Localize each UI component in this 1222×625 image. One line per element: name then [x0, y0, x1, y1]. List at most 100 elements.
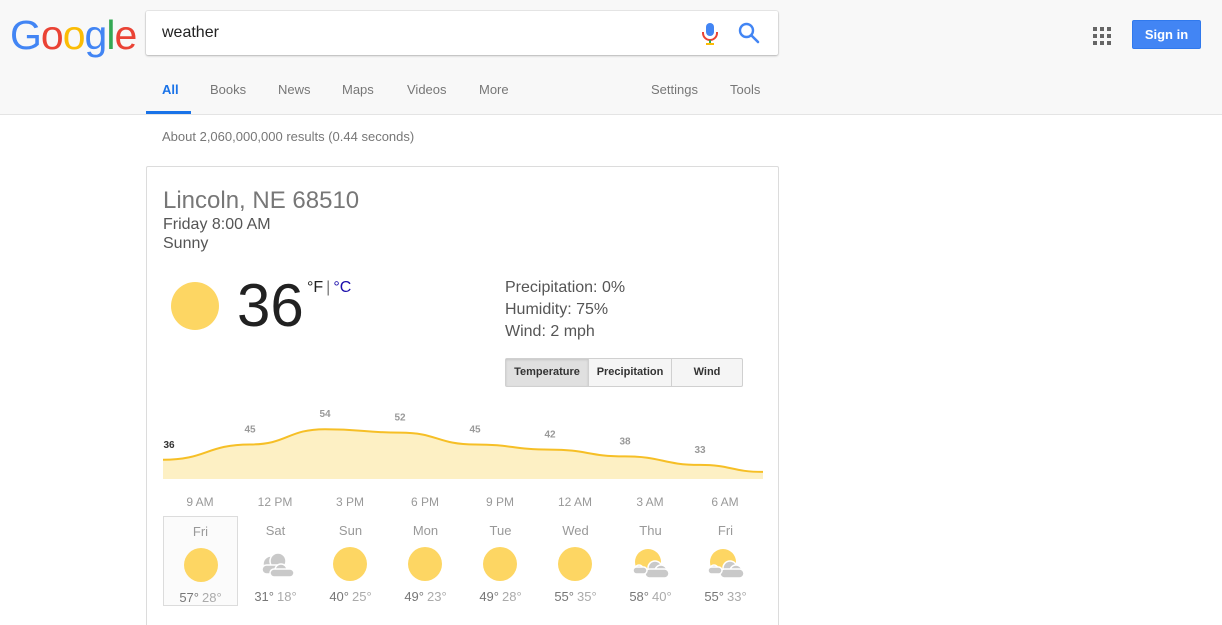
sun-icon	[182, 546, 220, 584]
hour-label: 3 AM	[636, 495, 663, 509]
forecast-high: 31°	[254, 589, 274, 604]
forecast-day[interactable]: Mon 49° 23°	[388, 516, 463, 606]
tools-link[interactable]: Tools	[730, 82, 760, 97]
unit-celsius[interactable]: °C	[333, 279, 351, 296]
logo-letter: l	[106, 12, 115, 58]
google-logo[interactable]: Google	[10, 11, 137, 59]
logo-letter: o	[62, 12, 86, 58]
logo-letter: o	[40, 12, 64, 58]
sun-icon	[171, 282, 219, 330]
top-bar: Google Sign in All Books News Maps Video…	[0, 0, 1222, 115]
result-stats: About 2,060,000,000 results (0.44 second…	[162, 129, 415, 144]
unit-toggle: °F | °C	[307, 279, 351, 297]
tab-maps[interactable]: Maps	[342, 82, 374, 97]
daily-forecast: Fri 57° 28° Sat 31° 18° Sun 40° 25° Mon 49° 23° Tue 4…	[163, 516, 763, 606]
forecast-high: 55°	[704, 589, 724, 604]
forecast-low: 28°	[502, 589, 522, 604]
temperature-label: 38	[619, 436, 631, 447]
apps-grid-icon[interactable]	[1093, 27, 1111, 45]
forecast-day-name: Sun	[338, 523, 363, 538]
forecast-day[interactable]: Fri 57° 28°	[163, 516, 238, 606]
forecast-temps: 57° 28°	[164, 590, 237, 605]
humidity-text: Humidity: 75%	[505, 301, 609, 318]
weather-details: Precipitation: 0% Humidity: 75% Wind: 2 …	[505, 277, 625, 343]
temperature-chart: 36 9 AM 45 12 PM 54 3 PM 52 6 PM 45 9 PM 42 12 AM 38…	[163, 409, 763, 509]
hour-label: 3 PM	[336, 495, 364, 509]
tab-all[interactable]: All	[162, 82, 179, 97]
precipitation-text: Precipitation: 0%	[505, 279, 626, 296]
logo-letter: e	[114, 12, 137, 58]
forecast-temps: 55° 35°	[538, 589, 613, 604]
weather-card: Lincoln, NE 68510 Friday 8:00 AM Sunny 3…	[146, 166, 779, 625]
forecast-day-name: Fri	[192, 524, 209, 539]
hour-label: 12 AM	[558, 495, 592, 509]
temperature-label: 45	[244, 425, 256, 436]
forecast-temps: 55° 33°	[688, 589, 763, 604]
forecast-low: 25°	[352, 589, 372, 604]
forecast-day-name: Fri	[717, 523, 734, 538]
settings-link[interactable]: Settings	[651, 82, 698, 97]
search-input[interactable]	[162, 11, 682, 55]
search-box	[146, 11, 778, 55]
forecast-temps: 31° 18°	[238, 589, 313, 604]
weather-daytime: Friday 8:00 AM	[163, 216, 271, 233]
forecast-high: 49°	[404, 589, 424, 604]
weather-location: Lincoln, NE 68510	[163, 187, 360, 214]
active-tab-indicator	[146, 111, 191, 114]
tab-precipitation[interactable]: Precipitation	[589, 359, 672, 386]
forecast-high: 58°	[629, 589, 649, 604]
forecast-day-name: Mon	[412, 523, 439, 538]
forecast-temps: 58° 40°	[613, 589, 688, 604]
forecast-day-name: Thu	[639, 523, 662, 538]
partly-cloudy-icon	[631, 545, 670, 583]
sun-icon	[331, 545, 369, 583]
forecast-low: 35°	[577, 589, 597, 604]
tab-temperature[interactable]: Temperature	[506, 359, 589, 386]
weather-condition: Sunny	[163, 235, 209, 252]
temperature-area	[163, 429, 763, 479]
hour-label: 6 AM	[711, 495, 738, 509]
forecast-day[interactable]: Sun 40° 25°	[313, 516, 388, 606]
hour-label: 12 PM	[258, 495, 293, 509]
logo-letter: G	[10, 12, 42, 58]
hour-label: 6 PM	[411, 495, 439, 509]
forecast-day[interactable]: Thu 58° 40°	[613, 516, 688, 606]
forecast-high: 55°	[554, 589, 574, 604]
cloudy-icon	[256, 545, 295, 583]
forecast-day[interactable]: Wed 55° 35°	[538, 516, 613, 606]
search-icon[interactable]	[738, 22, 760, 44]
partly-cloudy-icon	[706, 545, 745, 583]
tab-more[interactable]: More	[479, 82, 509, 97]
temperature-label: 33	[694, 445, 706, 456]
forecast-day[interactable]: Tue 49° 28°	[463, 516, 538, 606]
forecast-day[interactable]: Fri 55° 33°	[688, 516, 763, 606]
hour-label: 9 AM	[186, 495, 213, 509]
forecast-high: 57°	[179, 590, 199, 605]
unit-fahrenheit[interactable]: °F	[307, 279, 323, 296]
forecast-day[interactable]: Sat 31° 18°	[238, 516, 313, 606]
forecast-temps: 40° 25°	[313, 589, 388, 604]
tab-news[interactable]: News	[278, 82, 311, 97]
forecast-low: 40°	[652, 589, 672, 604]
sun-icon	[556, 545, 594, 583]
temperature-label: 42	[544, 430, 556, 441]
temperature-label: 36	[163, 440, 175, 451]
weather-tabs: Temperature Precipitation Wind	[505, 358, 743, 387]
temperature-label: 45	[469, 425, 481, 436]
forecast-day-name: Wed	[562, 523, 589, 538]
tab-books[interactable]: Books	[210, 82, 246, 97]
tab-videos[interactable]: Videos	[407, 82, 447, 97]
hour-label: 9 PM	[486, 495, 514, 509]
forecast-low: 23°	[427, 589, 447, 604]
temperature-label: 54	[319, 409, 331, 420]
forecast-temps: 49° 28°	[463, 589, 538, 604]
sun-icon	[481, 545, 519, 583]
microphone-icon[interactable]	[701, 22, 719, 46]
tab-wind[interactable]: Wind	[672, 359, 742, 386]
temperature-label: 52	[394, 413, 406, 424]
forecast-low: 18°	[277, 589, 297, 604]
sign-in-button[interactable]: Sign in	[1132, 20, 1201, 49]
forecast-high: 49°	[479, 589, 499, 604]
forecast-temps: 49° 23°	[388, 589, 463, 604]
forecast-low: 28°	[202, 590, 222, 605]
